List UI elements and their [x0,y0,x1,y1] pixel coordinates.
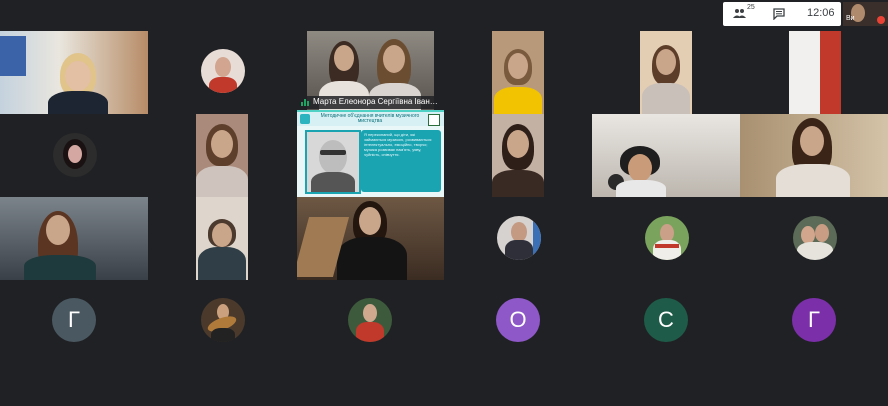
avatar [645,216,689,260]
meeting-controls: 25 12:06 [723,2,841,26]
participant-tile[interactable] [740,197,888,280]
participant-tile[interactable] [492,114,544,197]
participant-video [196,197,248,280]
participant-tile[interactable]: С [592,280,740,363]
participant-video [492,114,544,197]
participant-tile[interactable] [148,31,296,114]
participant-tile[interactable] [0,31,148,114]
participant-video [297,197,444,280]
participant-video [0,31,148,114]
avatar [53,133,97,177]
participant-video [640,31,692,114]
participant-tile[interactable] [592,114,740,197]
slide-header: Методичне об'єднання вчителів музичного … [297,112,444,126]
participant-tile[interactable] [196,197,248,280]
slide-body-text: Я переконаний, що діти, які займаються м… [361,130,441,192]
wall-poster [0,36,26,76]
avatar-initial: С [644,298,688,342]
avatar [348,298,392,342]
participant-tile[interactable] [297,197,444,280]
avatar [793,216,837,260]
participant-video [592,114,740,197]
avatar [497,216,541,260]
participant-tile[interactable]: Г [0,280,148,363]
participant-tile[interactable] [444,197,592,280]
participant-video [196,114,248,197]
avatar-initial: Г [52,298,96,342]
avatar-initial: О [496,298,540,342]
participants-count: 25 [747,4,755,11]
participant-tile[interactable] [196,114,248,197]
slide-emblem-icon [428,114,440,126]
mic-off-icon [877,16,885,24]
participants-button[interactable]: 25 [733,4,757,23]
presentation-slide[interactable]: Методичне об'єднання вчителів музичного … [297,112,444,197]
avatar [201,49,245,93]
participant-tile[interactable] [0,114,148,197]
slide-logo-icon [300,114,310,124]
participant-video [492,31,544,114]
slide-title: Методичне об'єднання вчителів музичного … [320,113,420,124]
speaking-indicator-icon [301,99,309,106]
participant-tile[interactable] [640,31,692,114]
participant-tile[interactable] [492,31,544,114]
presenter-name: Марта Елеонора Сергіївна Іваненко [313,97,441,106]
participant-video [740,114,888,197]
participant-tile[interactable] [592,197,740,280]
clock-time: 12:06 [807,7,835,19]
top-bar: 25 12:06 Ви [0,0,888,30]
participant-tile[interactable]: О [444,280,592,363]
chat-icon [773,8,785,21]
participant-video [789,31,841,114]
avatar-initial: Г [792,298,836,342]
participant-tile[interactable]: Г [740,280,888,363]
self-view-label: Ви [846,15,855,22]
active-speaker-name-bar: Марта Елеонора Сергіївна Іваненко [297,96,445,109]
participant-tile[interactable] [148,280,296,363]
participant-video [0,197,148,280]
avatar [201,298,245,342]
participant-tile[interactable] [740,114,888,197]
self-view[interactable]: Ви [843,2,888,26]
people-icon [733,9,746,18]
participant-tile[interactable] [296,280,444,363]
participant-tile[interactable] [0,197,148,280]
slide-portrait [305,130,361,194]
participant-tile[interactable] [789,31,841,114]
chat-button[interactable] [773,7,785,25]
